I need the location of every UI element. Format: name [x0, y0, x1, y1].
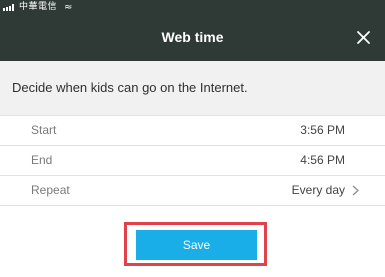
chevron-right-icon[interactable]	[352, 185, 359, 196]
page-title: Web time	[161, 29, 224, 45]
start-time-value[interactable]: 3:56 PM	[300, 123, 345, 137]
header-bar: Web time	[0, 14, 385, 61]
divider	[0, 205, 385, 206]
carrier-name: 中華電信	[19, 2, 58, 12]
status-bar: 中華電信 ≈	[0, 0, 385, 14]
save-button[interactable]: Save	[136, 230, 257, 260]
repeat-value[interactable]: Every day	[292, 183, 345, 197]
start-label: Start	[31, 123, 57, 137]
signal-bars-icon	[3, 4, 17, 11]
description-text: Decide when kids can go on the Internet.	[12, 80, 248, 95]
repeat-label: Repeat	[31, 183, 70, 197]
start-time-row[interactable]: Start 3:56 PM	[0, 116, 385, 145]
end-time-row[interactable]: End 4:56 PM	[0, 146, 385, 175]
end-label: End	[31, 153, 53, 167]
repeat-row[interactable]: Repeat Every day	[0, 176, 385, 205]
wifi-icon: ≈	[64, 2, 73, 13]
description-panel: Decide when kids can go on the Internet.	[0, 61, 385, 115]
end-time-value[interactable]: 4:56 PM	[300, 153, 345, 167]
close-icon[interactable]	[356, 30, 371, 45]
